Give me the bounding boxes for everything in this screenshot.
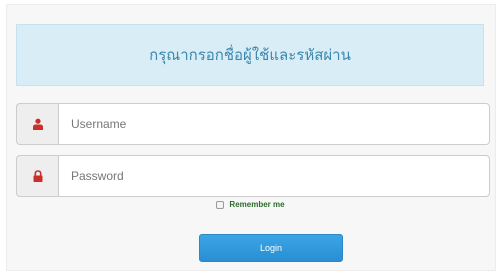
remember-me-checkbox[interactable]: [216, 200, 225, 209]
lock-icon: [16, 155, 58, 197]
user-icon: [16, 103, 58, 145]
login-button[interactable]: Login: [199, 234, 343, 262]
username-input[interactable]: [58, 103, 490, 145]
password-input[interactable]: [58, 155, 490, 197]
username-group: [16, 103, 490, 145]
password-group: [16, 155, 490, 197]
remember-me-label[interactable]: Remember me: [229, 200, 284, 209]
remember-me-row: Remember me: [0, 200, 501, 209]
login-instruction-alert: กรุณากรอกชื่อผู้ใช้และรหัสผ่าน: [16, 24, 484, 86]
alert-message: กรุณากรอกชื่อผู้ใช้และรหัสผ่าน: [149, 46, 351, 64]
